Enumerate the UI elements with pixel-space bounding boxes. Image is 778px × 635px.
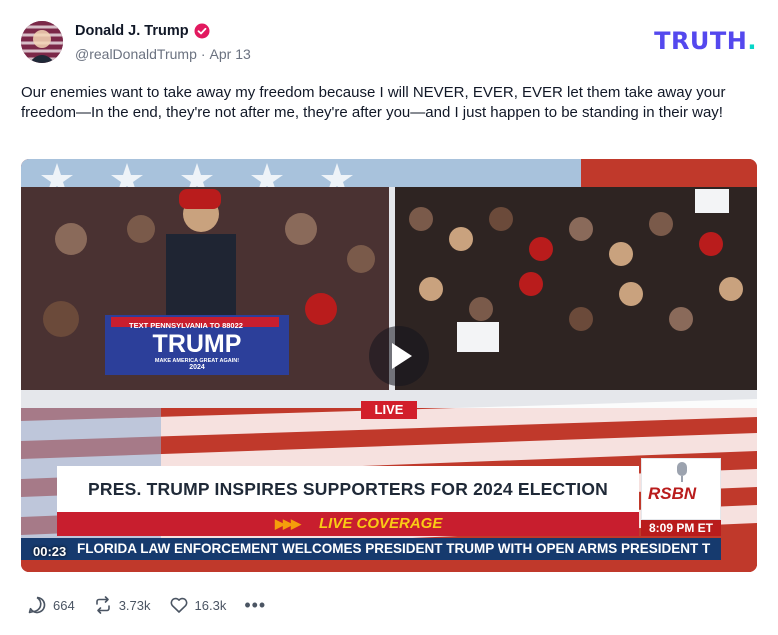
truth-logo: TRUTH.: [654, 27, 757, 55]
post-header: Donald J. Trump @realDonaldTrump · Apr 1…: [21, 21, 757, 65]
post-date[interactable]: Apr 13: [210, 46, 251, 62]
reply-count: 664: [53, 597, 75, 613]
ticker-text: FLORIDA LAW ENFORCEMENT WELCOMES PRESIDE…: [77, 541, 711, 556]
microphone-icon: [677, 462, 687, 482]
like-button[interactable]: 16.3k: [169, 595, 227, 615]
network-logo: RSBN: [648, 484, 697, 503]
retruth-count: 3.73k: [118, 597, 151, 613]
sign-year: 2024: [189, 364, 205, 371]
brand-dot: .: [747, 27, 757, 55]
post-actions: 664 3.73k 16.3k •••: [27, 595, 266, 615]
display-name[interactable]: Donald J. Trump: [75, 23, 189, 39]
video-duration: 00:23: [33, 544, 67, 559]
chevrons-icon: ▶▶▶: [275, 516, 301, 531]
reply-button[interactable]: 664: [27, 595, 75, 615]
live-badge: LIVE: [361, 401, 417, 419]
verified-badge-icon: [194, 23, 210, 39]
video-headline: PRES. TRUMP INSPIRES SUPPORTERS FOR 2024…: [87, 479, 608, 499]
retruth-button[interactable]: 3.73k: [93, 595, 151, 615]
meta-separator: ·: [200, 46, 206, 62]
sign-name: TRUMP: [152, 330, 242, 358]
play-icon: [392, 343, 412, 369]
broadcast-time: 8:09 PM ET: [641, 520, 721, 536]
retruth-icon: [95, 596, 110, 614]
sign-text-line: TEXT PENNSYLVANIA TO 88022: [129, 321, 243, 330]
like-count: 16.3k: [194, 597, 227, 613]
avatar-image: [21, 21, 63, 63]
coverage-label: LIVE COVERAGE: [319, 515, 443, 532]
reply-icon: [28, 596, 46, 614]
brand-name: TRUTH: [654, 27, 748, 55]
video-player[interactable]: TEXT PENNSYLVANIA TO 88022 TRUMP MAKE AM…: [21, 159, 757, 572]
more-options-icon[interactable]: •••: [244, 595, 266, 615]
handle[interactable]: @realDonaldTrump: [75, 46, 197, 62]
play-button[interactable]: [369, 326, 429, 386]
avatar[interactable]: [21, 21, 63, 63]
post-text: Our enemies want to take away my freedom…: [21, 84, 726, 121]
heart-icon: [170, 597, 187, 613]
